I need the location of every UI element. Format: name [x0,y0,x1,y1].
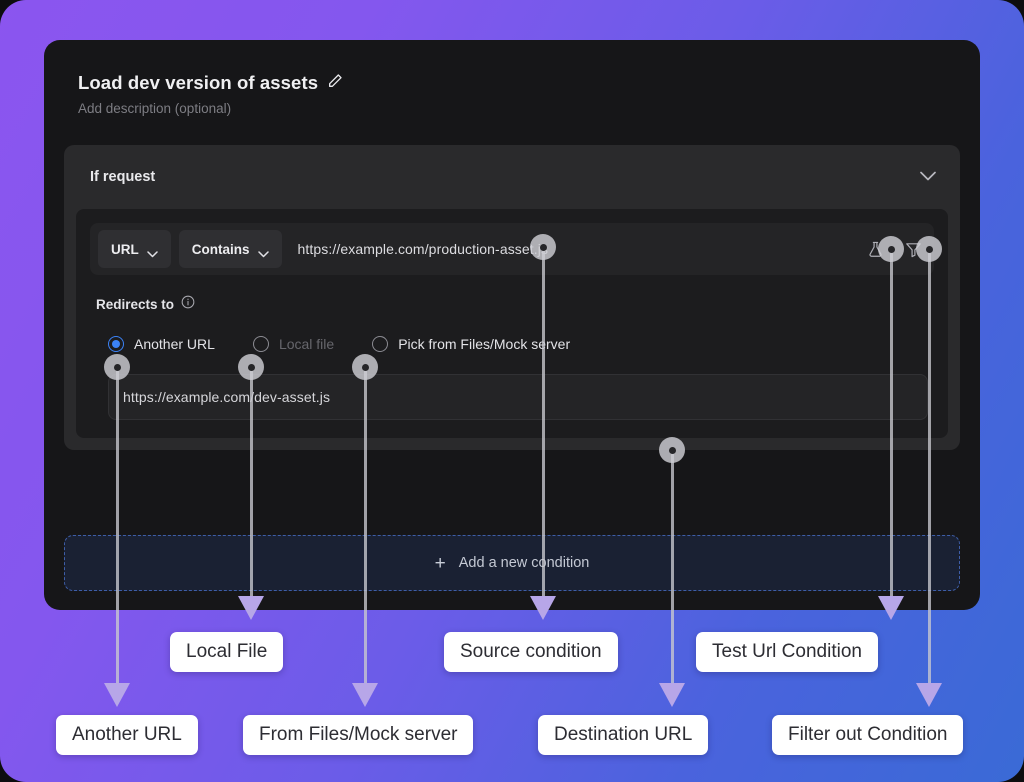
annotation-arrow-another-url [104,683,130,707]
annotation-arrow-files-mock-server [352,683,378,707]
description-input[interactable]: Add description (optional) [78,101,960,116]
chevron-down-icon[interactable] [920,168,936,186]
condition-row: URL Contains https://example.com/product… [90,223,934,275]
redirects-to-label: Redirects to [96,297,175,312]
screenshot-stage: Load dev version of assets Add descripti… [0,0,1024,782]
rule-editor-panel: Load dev version of assets Add descripti… [44,40,980,610]
condition-operator-select[interactable]: Contains [178,230,282,268]
plus-icon: + [434,552,446,574]
condition-group-body: URL Contains https://example.com/product… [76,209,948,438]
destination-url-input[interactable]: https://example.com/dev-asset.js [108,374,928,420]
annotation-label-destination-url[interactable]: Destination URL [538,715,709,755]
chevron-down-icon [147,246,158,257]
redirects-to-row: Redirects to [96,295,934,314]
annotation-label-files-mock-server[interactable]: From Files/Mock server [243,715,474,755]
page-title: Load dev version of assets [78,71,319,93]
radio-dot-icon [372,336,389,352]
radio-label: Another URL [134,336,215,352]
condition-target-value: URL [111,241,139,257]
annotation-label-source-condition[interactable]: Source condition [444,632,618,672]
condition-group-label: If request [90,169,156,185]
redirect-target-radio-group: Another URL Local file Pick from Files/M… [108,336,934,352]
source-url-input[interactable]: https://example.com/production-asset.js [290,241,852,257]
radio-option-another-url[interactable]: Another URL [108,336,215,352]
test-url-condition-button[interactable] [860,234,890,264]
radio-label: Pick from Files/Mock server [398,336,571,352]
annotation-label-local-file[interactable]: Local File [170,632,284,672]
info-icon[interactable] [181,295,195,314]
condition-group-card: If request URL Contains https://example.… [64,145,960,450]
condition-operator-value: Contains [191,241,250,257]
annotation-arrow-destination-url [659,683,685,707]
add-new-condition-button[interactable]: + Add a new condition [64,535,960,591]
radio-dot-icon [108,336,124,352]
radio-dot-icon [252,336,269,352]
condition-target-select[interactable]: URL [98,230,171,268]
radio-option-files-mock-server[interactable]: Pick from Files/Mock server [372,336,570,352]
add-new-condition-label: Add a new condition [458,555,590,571]
condition-group-header[interactable]: If request [64,145,960,209]
radio-option-local-file[interactable]: Local file [252,336,335,352]
annotation-label-test-url-condition[interactable]: Test Url Condition [696,632,878,672]
panel-title-row: Load dev version of assets [78,71,960,94]
annotation-label-filter-out[interactable]: Filter out Condition [772,715,964,755]
radio-label: Local file [278,336,335,352]
filter-out-condition-button[interactable] [898,234,928,264]
pencil-icon[interactable] [327,73,343,94]
annotation-arrow-filter-out [916,683,942,707]
annotation-label-another-url[interactable]: Another URL [56,715,198,755]
chevron-down-icon [257,246,269,257]
